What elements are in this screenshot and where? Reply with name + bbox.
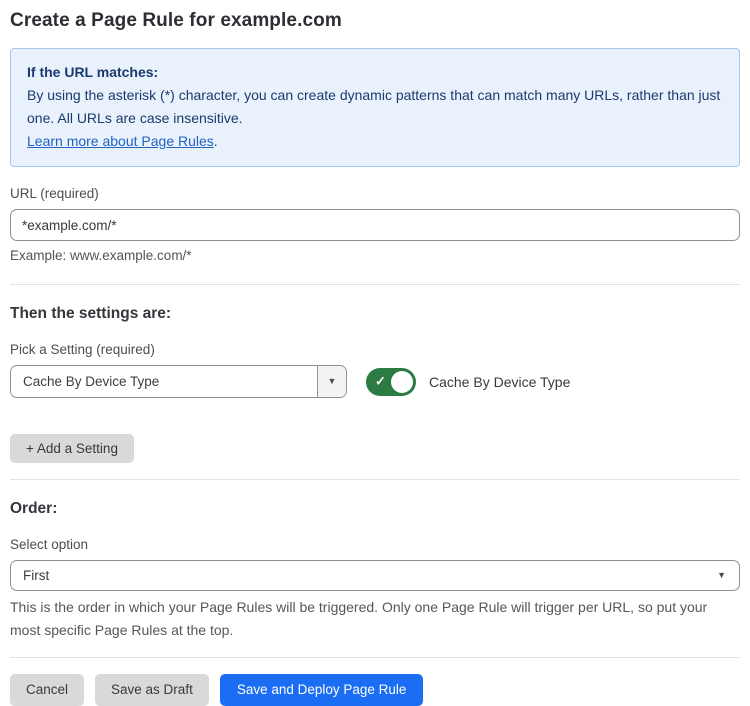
toggle-knob	[391, 371, 413, 393]
chevron-down-icon: ▼	[328, 377, 337, 386]
create-page-rule-form: Create a Page Rule for example.com If th…	[0, 0, 750, 706]
order-select-value: First	[23, 568, 49, 583]
setting-select-arrow-button[interactable]: ▼	[317, 366, 346, 397]
save-as-draft-button[interactable]: Save as Draft	[95, 674, 209, 706]
url-field-label: URL (required)	[10, 186, 740, 201]
callout-body: By using the asterisk (*) character, you…	[27, 84, 723, 130]
add-setting-button[interactable]: + Add a Setting	[10, 434, 134, 463]
url-input[interactable]	[10, 209, 740, 241]
order-select[interactable]: First ▼	[10, 560, 740, 591]
divider	[10, 657, 740, 658]
toggle-label: Cache By Device Type	[429, 374, 570, 390]
page-title: Create a Page Rule for example.com	[10, 10, 740, 32]
cancel-button[interactable]: Cancel	[10, 674, 84, 706]
order-select-label: Select option	[10, 537, 740, 552]
divider	[10, 479, 740, 480]
divider	[10, 284, 740, 285]
link-period: .	[214, 133, 218, 149]
pick-setting-label: Pick a Setting (required)	[10, 342, 740, 357]
chevron-down-icon: ▼	[717, 571, 726, 580]
order-section-heading: Order:	[10, 500, 740, 518]
setting-select[interactable]: Cache By Device Type ▼	[10, 365, 347, 398]
url-match-info-callout: If the URL matches: By using the asteris…	[10, 48, 740, 167]
url-example-helper: Example: www.example.com/*	[10, 248, 740, 263]
footer-actions: Cancel Save as Draft Save and Deploy Pag…	[10, 674, 740, 706]
setting-select-value: Cache By Device Type	[11, 366, 317, 397]
toggle-check-icon: ✓	[375, 373, 386, 389]
callout-heading: If the URL matches:	[27, 61, 723, 84]
cache-by-device-type-toggle[interactable]: ✓	[366, 368, 416, 396]
learn-more-link[interactable]: Learn more about Page Rules	[27, 133, 214, 149]
order-helper-text: This is the order in which your Page Rul…	[10, 596, 734, 642]
settings-section-heading: Then the settings are:	[10, 305, 740, 323]
callout-link-line: Learn more about Page Rules.	[27, 130, 723, 153]
setting-row: Cache By Device Type ▼ ✓ Cache By Device…	[10, 365, 740, 398]
save-and-deploy-button[interactable]: Save and Deploy Page Rule	[220, 674, 424, 706]
